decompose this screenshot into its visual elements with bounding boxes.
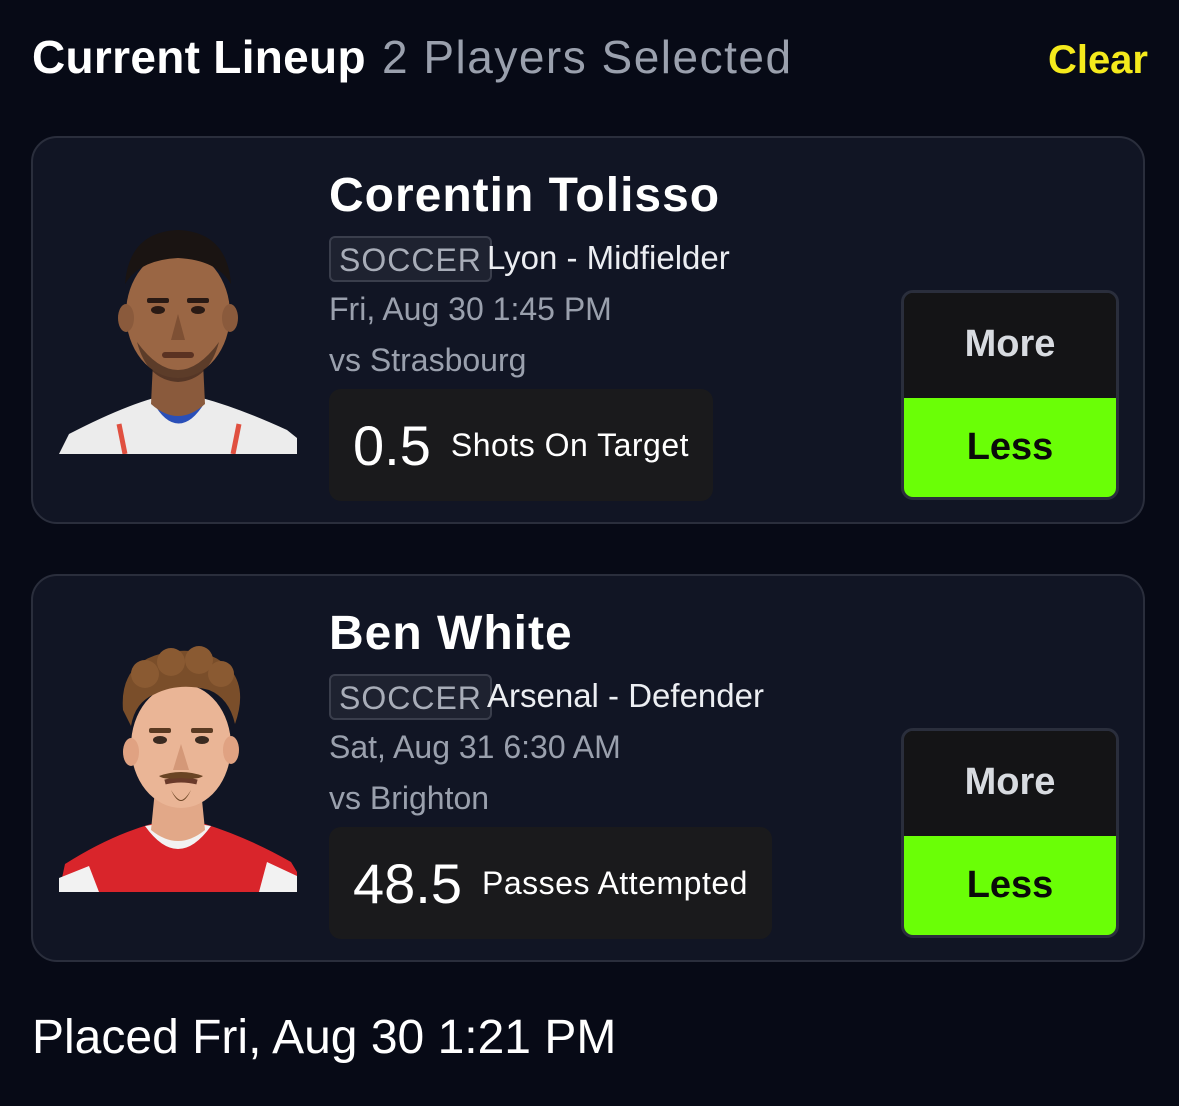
players-selected-count: 2 Players Selected — [382, 31, 793, 83]
player-name: Corentin Tolisso — [329, 169, 721, 222]
lineup-header: Current Lineup 2 Players Selected Clear — [32, 28, 1148, 84]
sport-badge: SOCCER — [329, 674, 492, 720]
placed-timestamp: Placed Fri, Aug 30 1:21 PM — [32, 1011, 617, 1064]
more-less-toggle: More Less — [901, 290, 1119, 500]
less-button[interactable]: Less — [904, 398, 1116, 497]
team-position: Arsenal - Defender — [487, 677, 764, 714]
more-button[interactable]: More — [904, 293, 1116, 395]
player-card: Corentin Tolisso SOCCER Lyon - Midfielde… — [31, 136, 1145, 524]
more-less-toggle: More Less — [901, 728, 1119, 938]
less-button[interactable]: Less — [904, 836, 1116, 935]
player-name: Ben White — [329, 607, 573, 660]
line-value: 0.5 — [353, 413, 431, 477]
opponent: vs Strasbourg — [329, 342, 527, 378]
team-position: Lyon - Midfielder — [487, 239, 730, 276]
sport-badge: SOCCER — [329, 236, 492, 282]
line-value: 48.5 — [353, 851, 462, 915]
player-photo — [59, 640, 297, 892]
stat-label: Passes Attempted — [482, 864, 748, 901]
opponent: vs Brighton — [329, 780, 490, 816]
projection-box: 0.5 Shots On Target — [329, 389, 714, 501]
game-time: Sat, Aug 31 6:30 AM — [329, 729, 621, 765]
clear-button[interactable]: Clear — [1048, 38, 1148, 83]
projection-box: 48.5 Passes Attempted — [329, 827, 772, 939]
game-time: Fri, Aug 30 1:45 PM — [329, 291, 612, 327]
page-title: Current Lineup — [32, 31, 366, 83]
player-photo — [59, 202, 297, 454]
stat-label: Shots On Target — [450, 426, 690, 463]
more-button[interactable]: More — [904, 731, 1116, 833]
player-card: Ben White SOCCER Arsenal - Defender Sat,… — [31, 574, 1145, 962]
